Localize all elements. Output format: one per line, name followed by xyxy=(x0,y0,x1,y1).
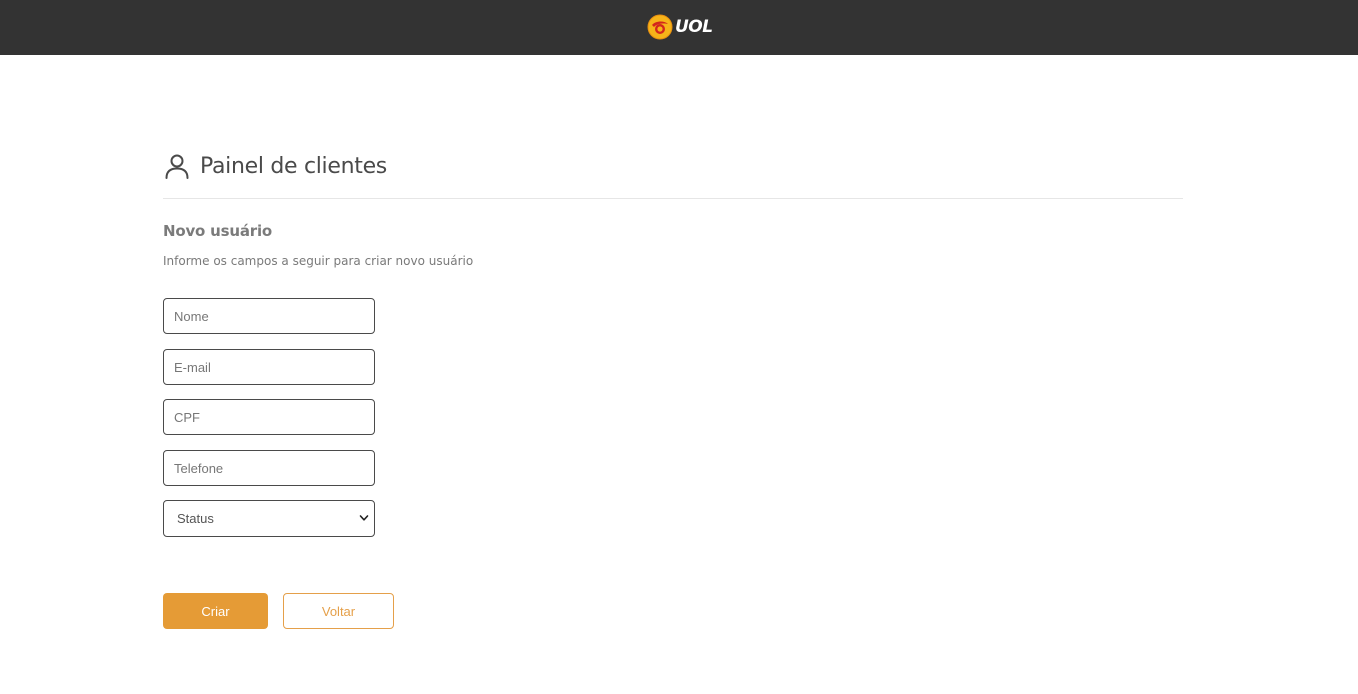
chevron-down-icon xyxy=(359,515,369,521)
top-bar: UOL xyxy=(0,0,1358,55)
brand-name: UOL xyxy=(675,17,713,37)
cpf-input[interactable] xyxy=(163,399,375,435)
nome-input[interactable] xyxy=(163,298,375,334)
page-header: Painel de clientes xyxy=(163,150,387,182)
status-select-value: Status xyxy=(177,511,214,526)
telefone-input[interactable] xyxy=(163,450,375,486)
status-select[interactable]: Status xyxy=(163,500,375,537)
header-divider xyxy=(163,198,1183,199)
uol-logo[interactable]: UOL xyxy=(647,13,713,41)
create-button[interactable]: Criar xyxy=(163,593,268,629)
section-title: Novo usuário xyxy=(163,222,273,240)
back-button[interactable]: Voltar xyxy=(283,593,394,629)
email-input[interactable] xyxy=(163,349,375,385)
uol-logo-icon xyxy=(647,14,673,40)
user-icon xyxy=(165,154,189,179)
page-title: Painel de clientes xyxy=(200,153,387,179)
section-description: Informe os campos a seguir para criar no… xyxy=(163,254,474,268)
